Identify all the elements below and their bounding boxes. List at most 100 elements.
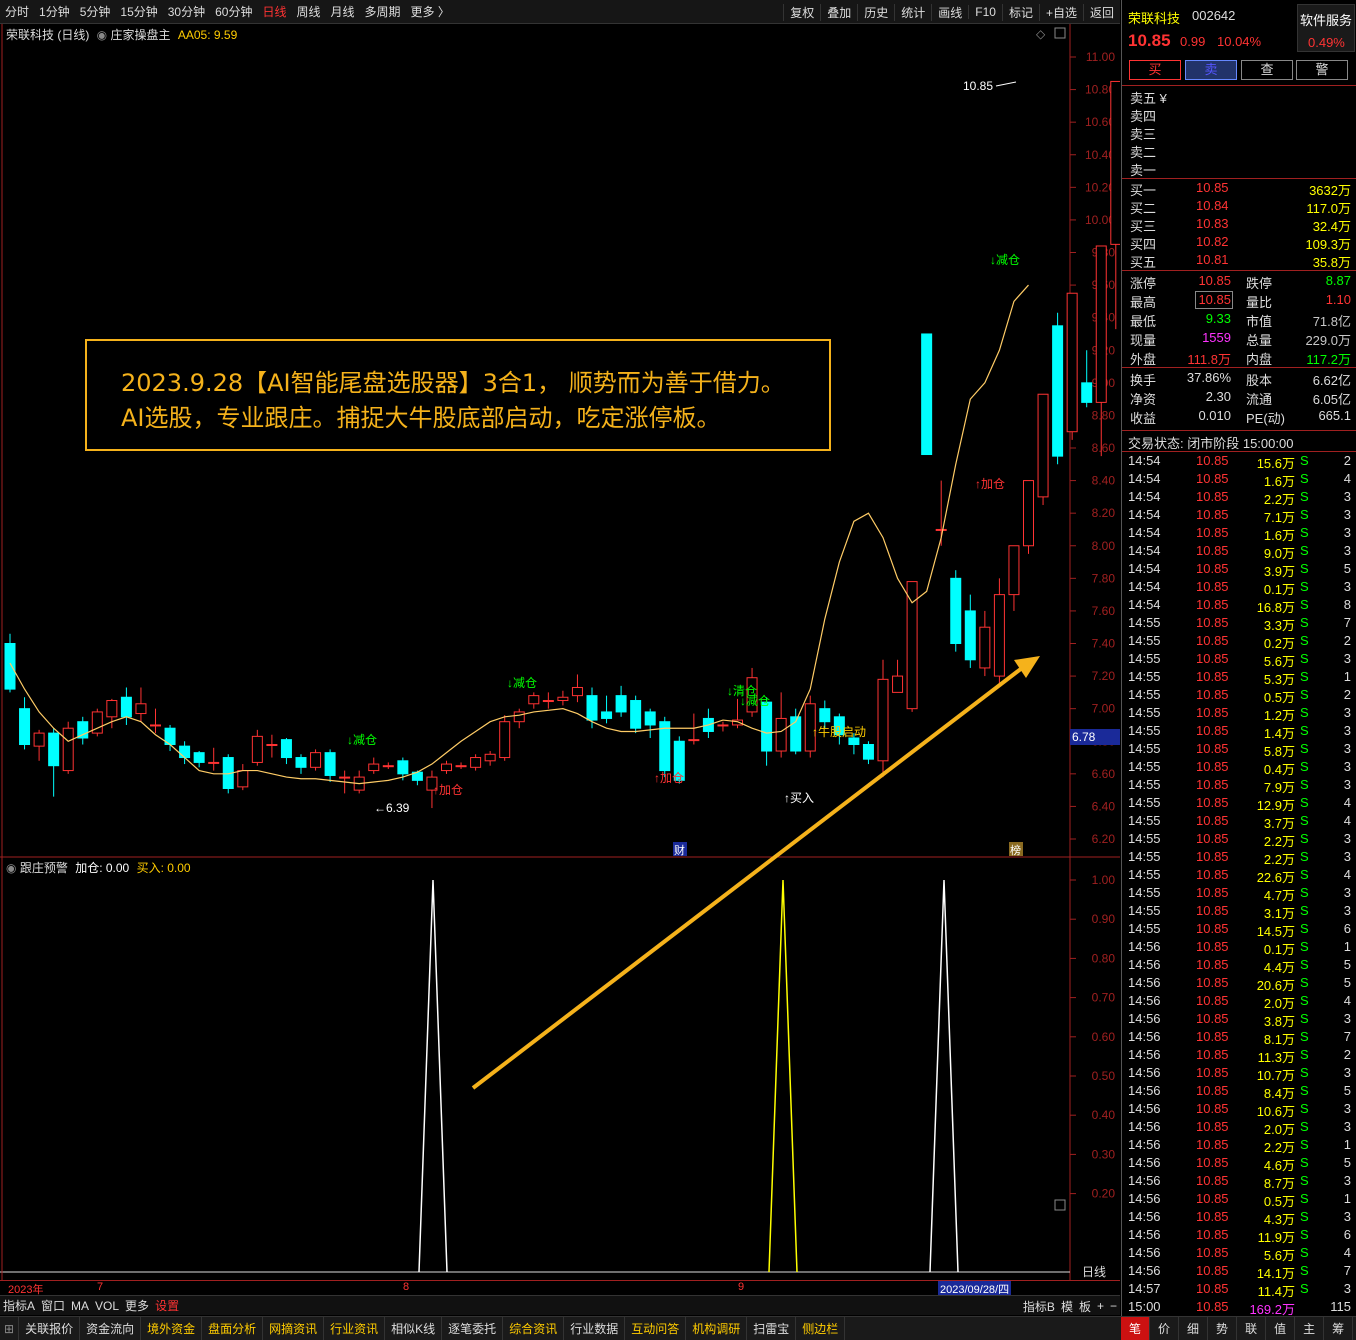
function-tab[interactable]: 行业资讯: [324, 1316, 386, 1340]
low-price-label: ←6.39: [374, 801, 410, 815]
period-tab[interactable]: 30分钟: [163, 3, 210, 20]
function-tab[interactable]: 资金流向: [80, 1316, 142, 1340]
expand-icon[interactable]: ⊞: [0, 1316, 20, 1340]
tick-price: 10.85: [1196, 687, 1229, 702]
collapse-icon[interactable]: ◉: [97, 28, 107, 42]
tick-price: 10.85: [1196, 921, 1229, 936]
tick-price: 10.85: [1196, 957, 1229, 972]
function-tab[interactable]: 机构调研: [686, 1316, 748, 1340]
period-tab[interactable]: 5分钟: [75, 3, 116, 20]
indicator-tab[interactable]: −: [1107, 1299, 1120, 1313]
candle: [62, 721, 74, 774]
current-price-value: 6.78: [1072, 730, 1096, 744]
tick-row: 14:56 10.85 4.3万 S 3: [1122, 1209, 1356, 1227]
indicator-tab[interactable]: 板: [1076, 1298, 1094, 1315]
function-tab[interactable]: 逐笔委托: [442, 1316, 504, 1340]
mini-tab[interactable]: 笔: [1121, 1317, 1151, 1340]
period-tab[interactable]: 1分钟: [34, 3, 75, 20]
indicator-tab[interactable]: 指标A: [0, 1297, 38, 1314]
stock-terminal: 分时 1分钟 5分钟 15分钟 30分钟 60分钟 日线 周线 月线 多周期 更多 〉 复权 叠加 历史…: [0, 0, 1356, 1340]
chart-title-line: 荣联科技 (日线) ◉ 庄家操盘主 AA05: 9.59: [6, 26, 237, 43]
mini-tab[interactable]: 值: [1266, 1317, 1296, 1340]
trade-button[interactable]: 查: [1241, 60, 1293, 80]
period-tab[interactable]: 60分钟: [210, 3, 257, 20]
indicator-tab[interactable]: 窗口: [38, 1297, 68, 1314]
sub-tick-label: 1.00: [1092, 873, 1116, 887]
indicator-tab[interactable]: MA: [68, 1299, 92, 1313]
period-tab[interactable]: 日线: [257, 3, 291, 20]
function-tab[interactable]: 境外资金: [141, 1316, 203, 1340]
candle-body: [979, 626, 991, 669]
tool-button[interactable]: F10: [968, 5, 1002, 19]
indicator-tab[interactable]: 指标B: [1020, 1298, 1058, 1315]
trade-button[interactable]: 买: [1129, 60, 1181, 80]
indicator-tab[interactable]: VOL: [92, 1299, 122, 1313]
tick-count: 3: [1343, 705, 1351, 720]
tool-button[interactable]: 返回: [1082, 3, 1120, 21]
tick-price: 10.85: [1196, 759, 1229, 774]
tool-button[interactable]: 复权: [783, 3, 820, 21]
period-tab[interactable]: 更多 〉: [406, 3, 455, 20]
tick-volume: 0.5万: [1263, 690, 1295, 705]
period-tab[interactable]: 月线: [326, 3, 360, 20]
tool-button[interactable]: 标记: [1001, 3, 1039, 21]
function-tab[interactable]: 网摘资讯: [263, 1316, 325, 1340]
indicator-tab[interactable]: +: [1094, 1299, 1107, 1313]
mini-tab[interactable]: 势: [1208, 1317, 1238, 1340]
candle: [877, 659, 889, 778]
tick-volume: 4.4万: [1263, 960, 1295, 975]
tool-button[interactable]: 统计: [894, 3, 931, 21]
period-tab[interactable]: 15分钟: [115, 3, 162, 20]
function-tab[interactable]: 侧边栏: [796, 1316, 846, 1340]
period-tab[interactable]: 多周期: [360, 3, 406, 20]
function-tab[interactable]: 盘面分析: [202, 1316, 264, 1340]
trade-button[interactable]: 警: [1296, 60, 1348, 80]
tick-price: 10.85: [1196, 1083, 1229, 1098]
stat-label: 现量: [1130, 333, 1157, 348]
tick-side: S: [1300, 633, 1309, 648]
tick-row: 14:56 10.85 0.5万 S 1: [1122, 1191, 1356, 1209]
mini-tab[interactable]: 筹: [1324, 1317, 1354, 1340]
tool-button[interactable]: 画线: [931, 3, 968, 21]
tool-button[interactable]: 叠加: [820, 3, 857, 21]
tick-row: 14:56 10.85 2.0万 S 3: [1122, 1119, 1356, 1137]
kline-canvas[interactable]: 11.0010.8010.6010.4010.2010.009.809.609.…: [0, 24, 1120, 1280]
stat-label: 量比: [1246, 295, 1273, 310]
signal-label: ↑买入: [784, 791, 814, 805]
function-tab[interactable]: 相似K线: [385, 1316, 443, 1340]
tick-time: 14:55: [1128, 669, 1161, 684]
collapse-icon[interactable]: ◉: [6, 861, 16, 875]
indicator-tab[interactable]: 设置: [152, 1297, 182, 1314]
function-tab[interactable]: 扫雷宝: [747, 1316, 797, 1340]
function-tab[interactable]: 互动问答: [625, 1316, 687, 1340]
sub-indicator-name[interactable]: 跟庄预警: [20, 861, 68, 875]
indicator-name[interactable]: 庄家操盘主: [111, 28, 171, 42]
kline-chart[interactable]: 11.0010.8010.6010.4010.2010.009.809.609.…: [0, 24, 1120, 1280]
mini-tab[interactable]: 联: [1237, 1317, 1267, 1340]
tick-side: S: [1300, 1245, 1309, 1260]
tool-button[interactable]: +自选: [1038, 3, 1083, 21]
candle-body: [48, 732, 60, 767]
function-tab[interactable]: 综合资讯: [503, 1316, 565, 1340]
indicator-tab[interactable]: 更多: [122, 1297, 152, 1314]
tick-side: S: [1300, 705, 1309, 720]
quote-panel: 荣联科技 002642 软件服务 0.49% 10.85 0.99 10.04% 买卖查警卖五…: [1121, 0, 1356, 1317]
tick-time: 14:55: [1128, 741, 1161, 756]
mini-tab[interactable]: 主: [1295, 1317, 1325, 1340]
candle-body: [499, 721, 511, 759]
function-tab[interactable]: 关联报价: [19, 1316, 81, 1340]
trade-button[interactable]: 卖: [1185, 60, 1237, 80]
tick-time: 14:55: [1128, 633, 1161, 648]
indicator-tab[interactable]: 模: [1058, 1298, 1076, 1315]
tick-time: 14:56: [1128, 993, 1161, 1008]
mini-tab[interactable]: 价: [1150, 1317, 1180, 1340]
candle-body: [601, 711, 613, 719]
candle-body: [513, 711, 525, 723]
function-tab[interactable]: 行业数据: [564, 1316, 626, 1340]
period-tab[interactable]: 周线: [291, 3, 325, 20]
tool-button[interactable]: 历史: [857, 3, 894, 21]
mini-tab[interactable]: 细: [1179, 1317, 1209, 1340]
tick-time: 14:54: [1128, 543, 1161, 558]
period-tab[interactable]: 分时: [0, 3, 34, 20]
tick-count: 3: [1343, 525, 1351, 540]
